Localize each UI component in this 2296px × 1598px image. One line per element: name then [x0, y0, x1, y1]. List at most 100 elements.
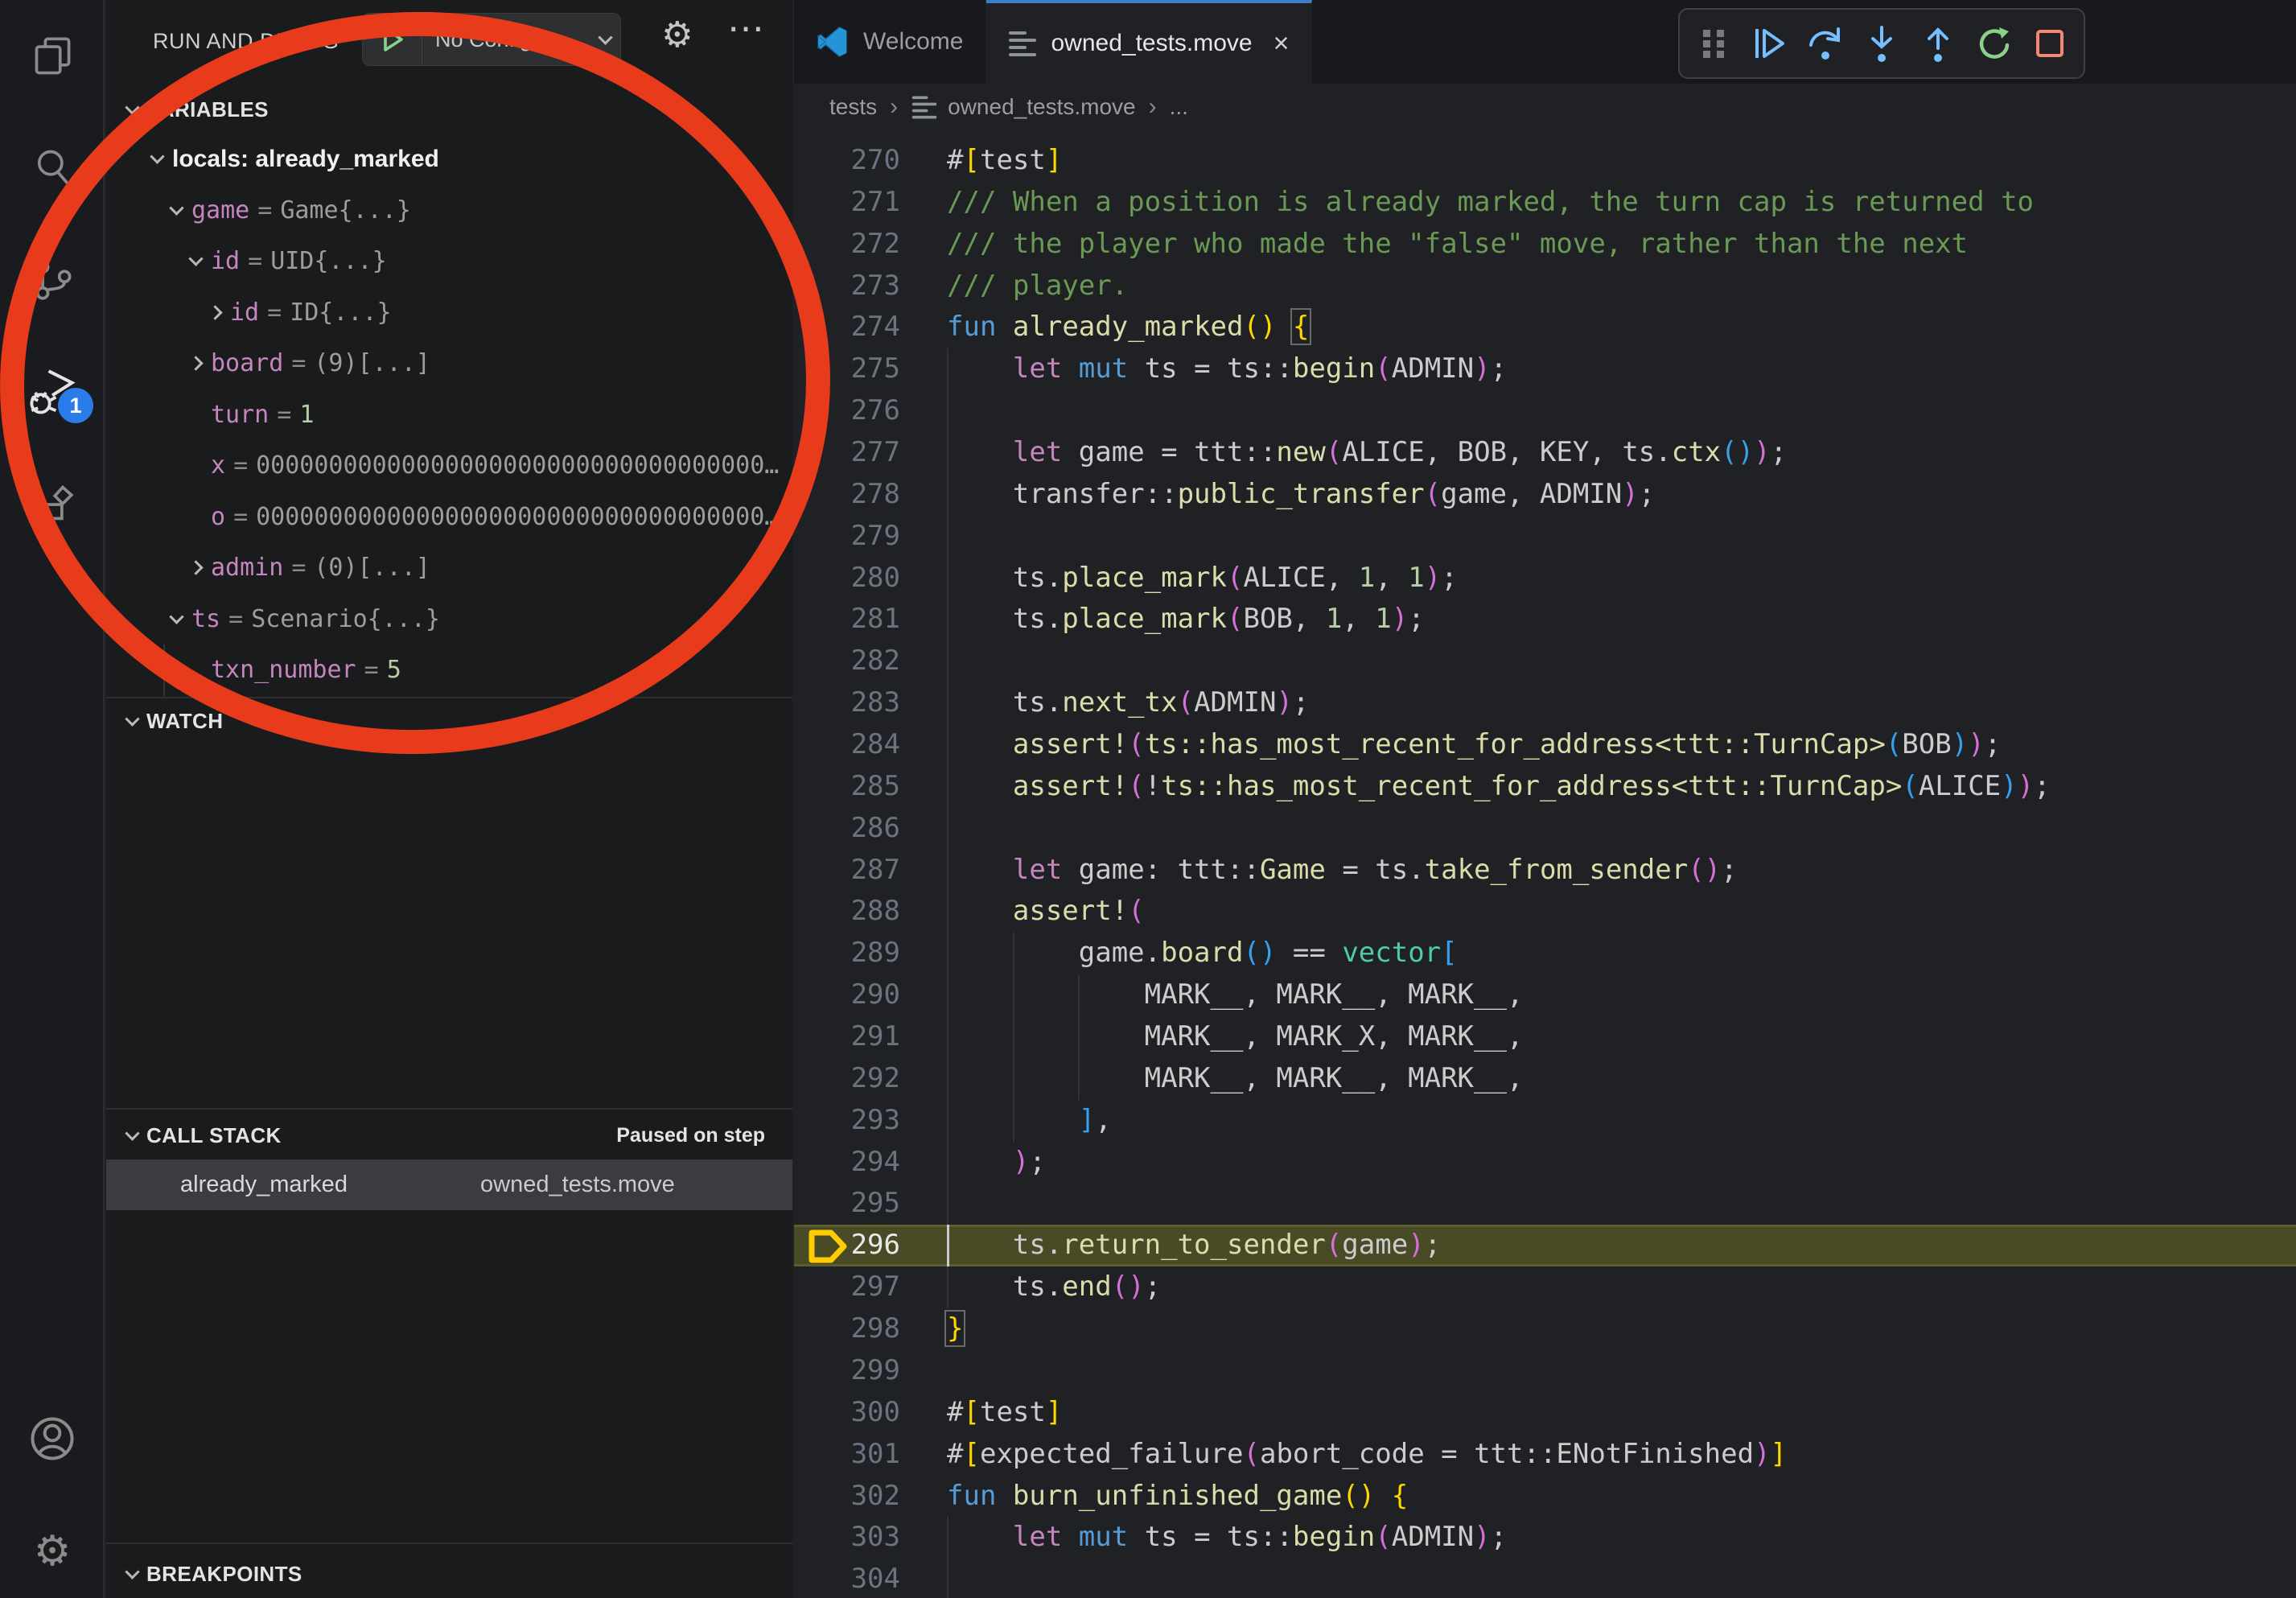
breadcrumb-item-symbol[interactable]: ... — [1170, 94, 1188, 120]
line-number[interactable]: 284 — [794, 724, 900, 766]
variable-row[interactable]: id=UID{...} — [106, 236, 792, 287]
line-number[interactable]: 274 — [794, 307, 900, 348]
variable-row[interactable]: id=ID{...} — [106, 287, 792, 339]
close-icon[interactable]: × — [1273, 28, 1290, 60]
chevron-down-icon[interactable] — [169, 609, 183, 624]
code-line[interactable]: 284 assert!(ts::has_most_recent_for_addr… — [794, 724, 2296, 766]
code-line[interactable]: 280 ts.place_mark(ALICE, 1, 1); — [794, 558, 2296, 599]
code-line[interactable]: 270#[test] — [794, 140, 2296, 182]
code-line[interactable]: 293 ], — [794, 1100, 2296, 1142]
code-line[interactable]: 286 — [794, 808, 2296, 850]
line-number[interactable]: 292 — [794, 1058, 900, 1100]
explorer-icon[interactable] — [0, 16, 105, 97]
breadcrumb-item-file[interactable]: owned_tests.move — [948, 94, 1135, 120]
line-number[interactable]: 301 — [794, 1434, 900, 1476]
extensions-icon[interactable] — [0, 463, 105, 544]
tab-welcome[interactable]: Welcome — [794, 0, 986, 84]
code-line[interactable]: 294 ); — [794, 1142, 2296, 1184]
account-icon[interactable] — [0, 1398, 105, 1479]
line-number[interactable]: 275 — [794, 348, 900, 390]
code-line[interactable]: 297 ts.end(); — [794, 1266, 2296, 1308]
breakpoints-section-header[interactable]: BREAKPOINTS — [106, 1553, 792, 1595]
drag-grip-icon[interactable] — [1691, 21, 1736, 66]
chevron-right-icon[interactable] — [208, 305, 222, 319]
line-number[interactable]: 288 — [794, 891, 900, 933]
line-number[interactable]: 272 — [794, 224, 900, 266]
chevron-right-icon[interactable] — [188, 561, 203, 575]
chevron-right-icon[interactable] — [188, 356, 203, 371]
line-number[interactable]: 294 — [794, 1142, 900, 1184]
debug-settings-gear-icon[interactable]: ⚙ — [661, 14, 693, 56]
line-number[interactable]: 293 — [794, 1100, 900, 1142]
code-line[interactable]: 285 assert!(!ts::has_most_recent_for_add… — [794, 766, 2296, 808]
code-line[interactable]: 273/// player. — [794, 266, 2296, 307]
code-line[interactable]: 276 — [794, 390, 2296, 432]
line-number[interactable]: 285 — [794, 766, 900, 808]
call-stack-frame-row[interactable]: already_marked owned_tests.move — [106, 1159, 792, 1210]
code-line[interactable]: 271/// When a position is already marked… — [794, 182, 2296, 224]
step-out-button[interactable] — [1915, 21, 1961, 66]
variables-section-header[interactable]: VARIABLES — [106, 89, 792, 130]
code-line[interactable]: 292 MARK__, MARK__, MARK__, — [794, 1058, 2296, 1100]
line-number[interactable]: 302 — [794, 1476, 900, 1518]
code-line[interactable]: 278 transfer::public_transfer(game, ADMI… — [794, 474, 2296, 516]
variable-row[interactable]: board=(9)[...] — [106, 338, 792, 389]
run-and-debug-icon[interactable]: 1 — [0, 352, 105, 433]
line-number[interactable]: 270 — [794, 140, 900, 182]
line-number[interactable]: 278 — [794, 474, 900, 516]
line-number[interactable]: 291 — [794, 1016, 900, 1058]
line-number[interactable]: 304 — [794, 1559, 900, 1598]
code-line[interactable]: 289 game.board() == vector[ — [794, 933, 2296, 974]
code-line[interactable]: 303 let mut ts = ts::begin(ADMIN); — [794, 1517, 2296, 1559]
line-number[interactable]: 273 — [794, 266, 900, 307]
more-actions-icon[interactable]: ⋯ — [727, 6, 764, 50]
source-control-icon[interactable] — [0, 240, 105, 320]
line-number[interactable]: 300 — [794, 1392, 900, 1434]
line-number[interactable]: 289 — [794, 933, 900, 974]
line-number[interactable]: 283 — [794, 682, 900, 724]
variable-row[interactable]: x=00000000000000000000000000000000000000… — [106, 440, 792, 492]
start-debug-icon[interactable] — [363, 14, 422, 65]
code-line[interactable]: 295 — [794, 1183, 2296, 1225]
line-number[interactable]: 297 — [794, 1266, 900, 1308]
line-number[interactable]: 281 — [794, 599, 900, 640]
code-line[interactable]: 304 — [794, 1559, 2296, 1598]
chevron-down-icon[interactable] — [169, 200, 183, 215]
line-number[interactable]: 303 — [794, 1517, 900, 1559]
code-line[interactable]: 290 MARK__, MARK__, MARK__, — [794, 974, 2296, 1016]
code-line[interactable]: 283 ts.next_tx(ADMIN); — [794, 682, 2296, 724]
code-line[interactable]: 281 ts.place_mark(BOB, 1, 1); — [794, 599, 2296, 640]
current-debug-line[interactable]: 296 ts.return_to_sender(game); — [794, 1225, 2296, 1266]
step-over-button[interactable] — [1803, 21, 1848, 66]
code-line[interactable]: 298} — [794, 1308, 2296, 1350]
line-number[interactable]: 277 — [794, 432, 900, 474]
code-line[interactable]: 275 let mut ts = ts::begin(ADMIN); — [794, 348, 2296, 390]
variable-row[interactable]: o=00000000000000000000000000000000000000… — [106, 492, 792, 543]
line-number[interactable]: 271 — [794, 182, 900, 224]
search-icon[interactable] — [0, 127, 105, 208]
code-line[interactable]: 277 let game = ttt::new(ALICE, BOB, KEY,… — [794, 432, 2296, 474]
variable-row[interactable]: txn_number=5 — [106, 645, 792, 696]
line-number[interactable]: 298 — [794, 1308, 900, 1350]
line-number[interactable]: 290 — [794, 974, 900, 1016]
code-line[interactable]: 301#[expected_failure(abort_code = ttt::… — [794, 1434, 2296, 1476]
restart-button[interactable] — [1972, 21, 2017, 66]
variable-row[interactable]: ts=Scenario{...} — [106, 594, 792, 645]
variable-row[interactable]: turn=1 — [106, 389, 792, 441]
code-line[interactable]: 291 MARK__, MARK_X, MARK__, — [794, 1016, 2296, 1058]
watch-section-header[interactable]: WATCH — [106, 700, 792, 742]
line-number[interactable]: 299 — [794, 1350, 900, 1392]
line-number[interactable]: 282 — [794, 640, 900, 682]
code-line[interactable]: 274fun already_marked() { — [794, 307, 2296, 348]
code-line[interactable]: 300#[test] — [794, 1392, 2296, 1434]
code-line[interactable]: 272/// the player who made the "false" m… — [794, 224, 2296, 266]
line-number[interactable]: 276 — [794, 390, 900, 432]
variable-row[interactable]: game=Game{...} — [106, 185, 792, 237]
tab-owned-tests-move[interactable]: owned_tests.move × — [986, 0, 1312, 84]
code-line[interactable]: 299 — [794, 1350, 2296, 1392]
variable-row[interactable]: locals: already_marked — [106, 134, 792, 185]
line-number[interactable]: 280 — [794, 558, 900, 599]
continue-button[interactable] — [1747, 21, 1792, 66]
line-number[interactable]: 279 — [794, 516, 900, 558]
breadcrumb-item-tests[interactable]: tests — [829, 94, 877, 120]
